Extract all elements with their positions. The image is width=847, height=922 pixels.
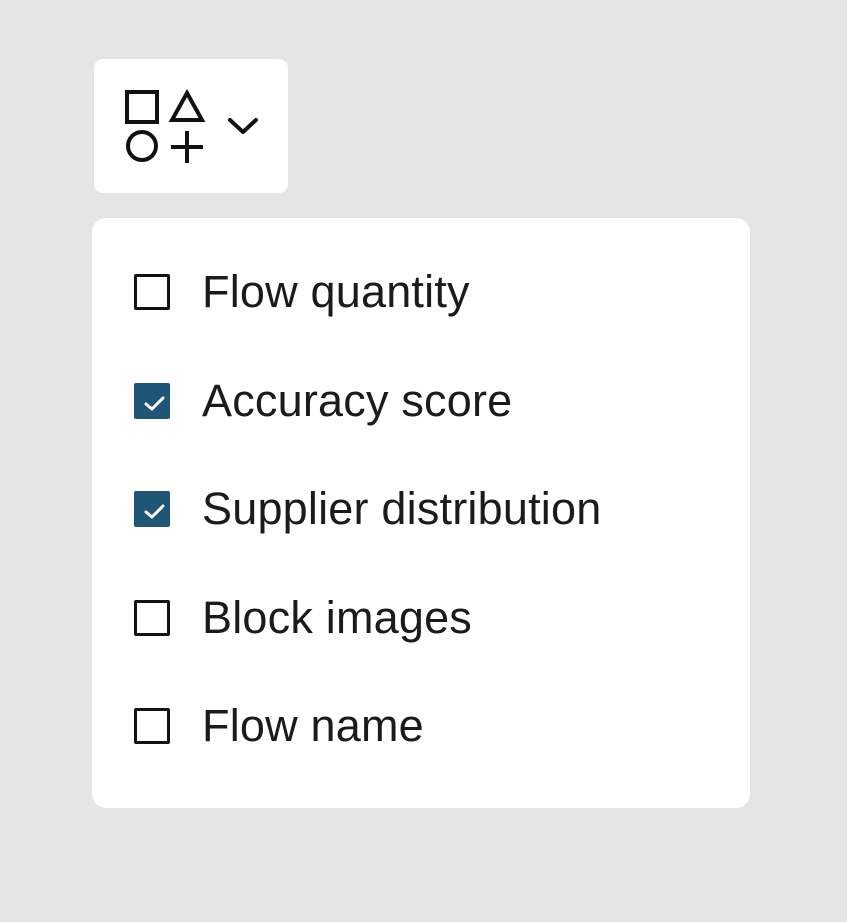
chevron-down-icon (226, 115, 260, 137)
option-flow-name[interactable]: Flow name (134, 696, 424, 756)
column-options-menu: Flow quantity Accuracy score Supplier di… (92, 218, 750, 808)
option-label: Supplier distribution (202, 483, 602, 534)
option-block-images[interactable]: Block images (134, 588, 472, 648)
option-accuracy-score[interactable]: Accuracy score (134, 371, 512, 431)
accuracy-score-checkbox[interactable] (134, 383, 170, 419)
flow-quantity-checkbox[interactable] (134, 274, 170, 310)
shapes-icon (124, 89, 206, 165)
checkmark-icon (144, 504, 165, 519)
shape-filter-button[interactable] (94, 59, 288, 193)
option-label: Accuracy score (202, 375, 513, 426)
option-label: Flow name (202, 700, 424, 751)
flow-name-checkbox[interactable] (134, 708, 170, 744)
option-label: Flow quantity (202, 266, 470, 317)
block-images-checkbox[interactable] (134, 600, 170, 636)
supplier-distribution-checkbox[interactable] (134, 491, 170, 527)
option-supplier-distribution[interactable]: Supplier distribution (134, 479, 601, 539)
option-label: Block images (202, 592, 473, 643)
checkmark-icon (144, 396, 165, 411)
option-flow-quantity[interactable]: Flow quantity (134, 262, 470, 322)
